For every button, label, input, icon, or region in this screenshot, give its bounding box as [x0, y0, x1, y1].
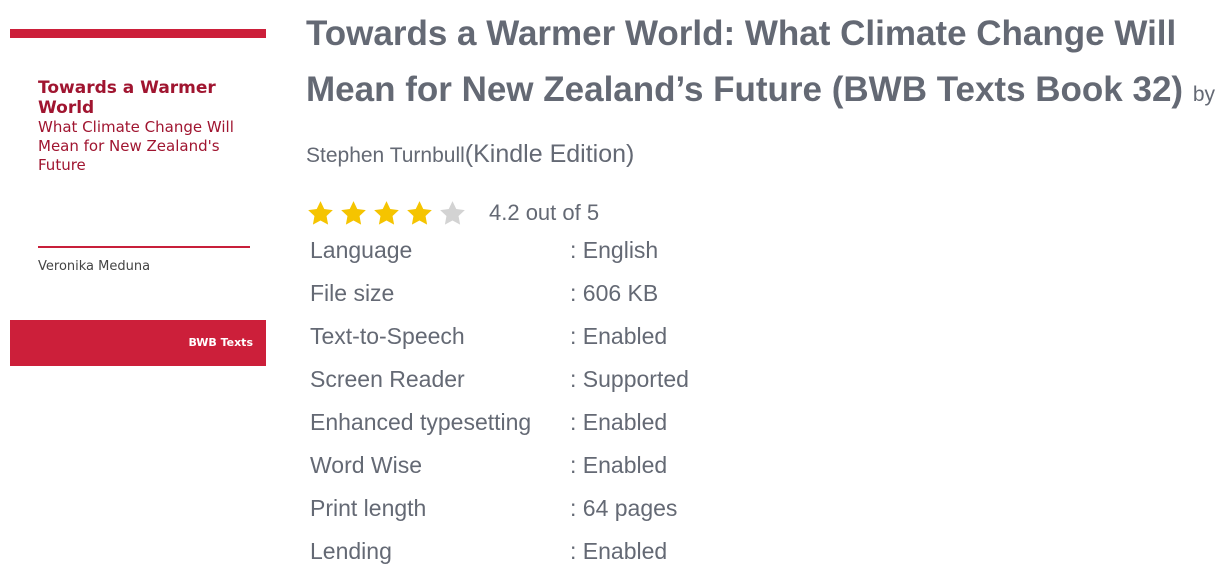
- detail-label: Lending: [310, 538, 392, 564]
- book-edition: (Kindle Edition): [464, 140, 635, 168]
- star-rating: 4.2 out of 5: [306, 196, 599, 230]
- rating-text: 4.2 out of 5: [489, 200, 600, 225]
- detail-value: : 606 KB: [570, 280, 659, 306]
- detail-label: Screen Reader: [310, 366, 465, 392]
- cover-divider: [38, 246, 250, 248]
- detail-row: Text-to-Speech : Enabled: [310, 315, 689, 358]
- detail-row: Enhanced typesetting : Enabled: [310, 401, 689, 444]
- book-title: Towards a Warmer World: What Climate Cha…: [306, 6, 1216, 184]
- detail-row: Print length : 64 pages: [310, 487, 689, 530]
- detail-value: : 64 pages: [570, 495, 678, 521]
- cover-publisher: BWB Texts: [188, 336, 253, 349]
- detail-label: Print length: [310, 495, 427, 521]
- star-filled-icon: [339, 199, 368, 228]
- detail-label: Word Wise: [310, 452, 423, 478]
- star-filled-icon: [372, 199, 401, 228]
- detail-row: Language : English: [310, 229, 689, 272]
- detail-value: : Enabled: [570, 452, 668, 478]
- cover-bottom-band: BWB Texts: [10, 320, 266, 366]
- detail-value: : Enabled: [570, 538, 668, 564]
- star-filled-icon: [405, 199, 434, 228]
- book-cover[interactable]: Towards a Warmer World What Climate Chan…: [10, 20, 266, 366]
- star-empty-icon: [438, 199, 467, 228]
- detail-label: Text-to-Speech: [310, 323, 465, 349]
- detail-label: Enhanced typesetting: [310, 409, 532, 435]
- detail-row: Screen Reader : Supported: [310, 358, 689, 401]
- detail-row: Word Wise : Enabled: [310, 444, 689, 487]
- detail-value: : Enabled: [570, 409, 668, 435]
- detail-row: Lending : Enabled: [310, 530, 689, 573]
- cover-top-bar: [10, 29, 266, 38]
- product-details: Language : English File size : 606 KB Text-t…: [310, 229, 689, 573]
- detail-row: File size : 606 KB: [310, 272, 689, 315]
- detail-value: : Enabled: [570, 323, 668, 349]
- book-title-text: Towards a Warmer World: What Climate Cha…: [306, 14, 1184, 109]
- cover-subtitle: What Climate Change Will Mean for New Ze…: [38, 118, 234, 174]
- detail-value: : Supported: [570, 366, 689, 392]
- detail-label: File size: [310, 280, 395, 306]
- star-filled-icon: [306, 199, 335, 228]
- rating-stars: [306, 199, 471, 228]
- cover-author: Veronika Meduna: [38, 259, 151, 274]
- detail-label: Language: [310, 237, 413, 263]
- detail-value: : English: [570, 237, 659, 263]
- cover-title: Towards a Warmer World: [38, 78, 216, 118]
